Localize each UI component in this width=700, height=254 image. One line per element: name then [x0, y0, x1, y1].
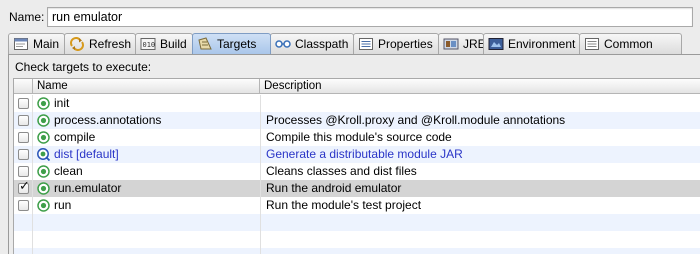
tab-bar: Main Refresh 010 Build Targets Classpath… [8, 33, 700, 54]
tab-classpath-label: Classpath [295, 37, 349, 51]
target-description: Compile this module's source code [266, 130, 452, 144]
tab-targets-label: Targets [217, 37, 257, 51]
properties-icon [359, 38, 373, 50]
table-row[interactable]: init [14, 95, 700, 112]
classpath-icon [275, 40, 291, 48]
targets-table[interactable]: Name Description init process.annotation… [13, 78, 700, 254]
empty-row [14, 248, 700, 254]
table-row-selected[interactable]: ✓ run.emulator Run the android emulator [14, 180, 700, 197]
tab-main-label: Main [33, 37, 60, 51]
target-checkbox[interactable] [18, 132, 29, 143]
name-input[interactable] [47, 7, 693, 27]
target-icon [37, 114, 50, 127]
target-icon [37, 97, 50, 110]
target-name: run [54, 198, 72, 212]
target-checkbox[interactable] [18, 166, 29, 177]
targets-icon [198, 37, 212, 50]
empty-row [14, 214, 700, 231]
table-rows: init process.annotations Processes @Krol… [14, 95, 700, 254]
target-icon [37, 131, 50, 144]
table-row[interactable]: run Run the module's test project [14, 197, 700, 214]
target-checkbox[interactable] [18, 98, 29, 109]
tab-build[interactable]: 010 Build [135, 33, 193, 54]
build-icon: 010 [140, 38, 156, 50]
instruction-label: Check targets to execute: [15, 60, 152, 74]
tab-properties-label: Properties [378, 37, 433, 51]
common-icon [585, 38, 599, 50]
tab-environment[interactable]: Environment [483, 33, 580, 54]
tab-refresh-label: Refresh [89, 37, 132, 51]
main-icon [14, 38, 28, 50]
target-name: dist [default] [54, 147, 119, 161]
target-description: Run the android emulator [266, 181, 402, 195]
table-row[interactable]: clean Cleans classes and dist files [14, 163, 700, 180]
target-checkbox-checked[interactable]: ✓ [18, 179, 30, 194]
target-name: compile [54, 130, 96, 144]
target-description: Processes @Kroll.proxy and @Kroll.module… [266, 113, 566, 127]
target-description: Generate a distributable module JAR [266, 147, 463, 161]
table-row-default[interactable]: dist [default] Generate a distributable … [14, 146, 700, 163]
empty-row [14, 231, 700, 248]
refresh-icon [70, 37, 84, 51]
table-header: Name Description [14, 79, 700, 94]
name-label: Name: [9, 10, 45, 24]
tab-refresh[interactable]: Refresh [64, 33, 136, 54]
svg-text:010: 010 [143, 41, 156, 49]
checkmark-icon: ✓ [19, 179, 30, 194]
target-description: Run the module's test project [266, 198, 422, 212]
default-target-icon [37, 148, 50, 161]
table-row[interactable]: process.annotations Processes @Kroll.pro… [14, 112, 700, 129]
target-name: init [54, 96, 70, 110]
column-header-description[interactable]: Description [260, 79, 700, 94]
tab-properties[interactable]: Properties [353, 33, 439, 54]
tab-targets[interactable]: Targets [192, 33, 271, 54]
target-name: run.emulator [54, 181, 122, 195]
tab-build-label: Build [160, 37, 187, 51]
name-row: Name: [0, 0, 700, 34]
target-checkbox[interactable] [18, 115, 29, 126]
environment-icon [488, 38, 504, 50]
tab-jre-label: JRE [463, 37, 484, 51]
tab-environment-label: Environment [508, 37, 576, 51]
target-name: clean [54, 164, 83, 178]
tab-main[interactable]: Main [8, 33, 65, 54]
jre-icon [443, 38, 459, 50]
target-checkbox[interactable] [18, 200, 29, 211]
tab-common[interactable]: Common [579, 33, 682, 54]
target-icon [37, 165, 50, 178]
tab-common-label: Common [604, 37, 653, 51]
tab-classpath[interactable]: Classpath [270, 33, 354, 54]
target-icon [37, 199, 50, 212]
table-row[interactable]: compile Compile this module's source cod… [14, 129, 700, 146]
column-header-name[interactable]: Name [32, 79, 260, 94]
tab-jre[interactable]: JRE [438, 33, 484, 54]
target-checkbox[interactable] [18, 149, 29, 160]
target-icon [37, 182, 50, 195]
target-description: Cleans classes and dist files [266, 164, 417, 178]
target-name: process.annotations [54, 113, 162, 127]
targets-panel: Check targets to execute: Name Descripti… [8, 54, 700, 254]
